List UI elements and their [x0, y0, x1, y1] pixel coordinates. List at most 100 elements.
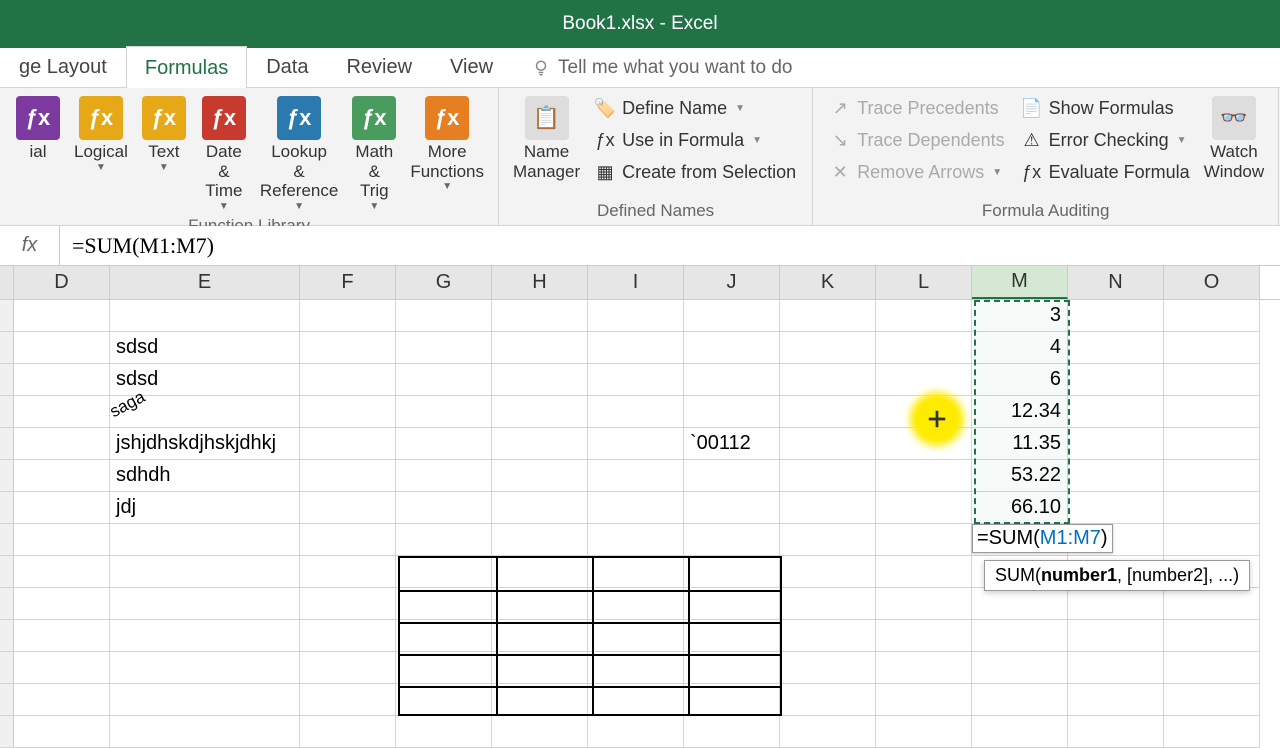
- col-header-F[interactable]: F: [300, 266, 396, 299]
- cell-D11[interactable]: [14, 620, 110, 652]
- cell-D1[interactable]: [14, 300, 110, 332]
- cell-D9[interactable]: [14, 556, 110, 588]
- cell-F8[interactable]: [300, 524, 396, 556]
- cell-H12[interactable]: [492, 652, 588, 684]
- cell-D10[interactable]: [14, 588, 110, 620]
- name-manager-button[interactable]: 📋 Name Manager: [509, 94, 584, 183]
- cell-F14[interactable]: [300, 716, 396, 748]
- col-header-K[interactable]: K: [780, 266, 876, 299]
- cell-D5[interactable]: [14, 428, 110, 460]
- cell-N11[interactable]: [1068, 620, 1164, 652]
- cell-D13[interactable]: [14, 684, 110, 716]
- spreadsheet-grid[interactable]: DEFGHIJKLMNO 3sdsd4sdsd6saga12.34jshjdhs…: [0, 266, 1280, 748]
- cell-E1[interactable]: [110, 300, 300, 332]
- cell-I14[interactable]: [588, 716, 684, 748]
- col-header-J[interactable]: J: [684, 266, 780, 299]
- cell-F13[interactable]: [300, 684, 396, 716]
- remove-arrows-cmd[interactable]: ✕Remove Arrows▼: [823, 158, 1010, 186]
- cell-O3[interactable]: [1164, 364, 1260, 396]
- cell-L2[interactable]: [876, 332, 972, 364]
- cell-E7[interactable]: jdj: [110, 492, 300, 524]
- cell-M10[interactable]: [972, 588, 1068, 620]
- cell-M1[interactable]: 3: [972, 300, 1068, 332]
- cell-G9[interactable]: [396, 556, 492, 588]
- cell-F12[interactable]: [300, 652, 396, 684]
- show-formulas-cmd[interactable]: 📄Show Formulas: [1015, 94, 1196, 122]
- cell-J4[interactable]: [684, 396, 780, 428]
- cell-H14[interactable]: [492, 716, 588, 748]
- cell-L11[interactable]: [876, 620, 972, 652]
- cell-O6[interactable]: [1164, 460, 1260, 492]
- cell-M3[interactable]: 6: [972, 364, 1068, 396]
- cell-I8[interactable]: [588, 524, 684, 556]
- cell-O12[interactable]: [1164, 652, 1260, 684]
- col-header-D[interactable]: D: [14, 266, 110, 299]
- trace-precedents-cmd[interactable]: ↗Trace Precedents: [823, 94, 1010, 122]
- cell-K9[interactable]: [780, 556, 876, 588]
- cell-K8[interactable]: [780, 524, 876, 556]
- cell-O8[interactable]: [1164, 524, 1260, 556]
- cell-H8[interactable]: [492, 524, 588, 556]
- cell-K2[interactable]: [780, 332, 876, 364]
- cell-N13[interactable]: [1068, 684, 1164, 716]
- col-header-H[interactable]: H: [492, 266, 588, 299]
- create-from-selection-cmd[interactable]: ▦Create from Selection: [588, 158, 802, 186]
- cell-H4[interactable]: [492, 396, 588, 428]
- cell-E11[interactable]: [110, 620, 300, 652]
- cell-L12[interactable]: [876, 652, 972, 684]
- cell-K13[interactable]: [780, 684, 876, 716]
- cell-G8[interactable]: [396, 524, 492, 556]
- cell-K10[interactable]: [780, 588, 876, 620]
- cell-D12[interactable]: [14, 652, 110, 684]
- cell-D6[interactable]: [14, 460, 110, 492]
- cell-J12[interactable]: [684, 652, 780, 684]
- cell-J14[interactable]: [684, 716, 780, 748]
- cell-M5[interactable]: 11.35: [972, 428, 1068, 460]
- col-header-I[interactable]: I: [588, 266, 684, 299]
- cell-I9[interactable]: [588, 556, 684, 588]
- cell-H13[interactable]: [492, 684, 588, 716]
- cell-F9[interactable]: [300, 556, 396, 588]
- cell-J9[interactable]: [684, 556, 780, 588]
- cell-J7[interactable]: [684, 492, 780, 524]
- cell-I13[interactable]: [588, 684, 684, 716]
- cell-O13[interactable]: [1164, 684, 1260, 716]
- cell-G13[interactable]: [396, 684, 492, 716]
- cell-G4[interactable]: [396, 396, 492, 428]
- cell-J11[interactable]: [684, 620, 780, 652]
- cell-E13[interactable]: [110, 684, 300, 716]
- cell-J8[interactable]: [684, 524, 780, 556]
- cell-F7[interactable]: [300, 492, 396, 524]
- cell-D8[interactable]: [14, 524, 110, 556]
- cell-G1[interactable]: [396, 300, 492, 332]
- cell-J6[interactable]: [684, 460, 780, 492]
- cell-L13[interactable]: [876, 684, 972, 716]
- cell-I11[interactable]: [588, 620, 684, 652]
- fx-icon[interactable]: fx: [0, 226, 60, 265]
- cell-F11[interactable]: [300, 620, 396, 652]
- cell-M13[interactable]: [972, 684, 1068, 716]
- cell-L10[interactable]: [876, 588, 972, 620]
- cell-F5[interactable]: [300, 428, 396, 460]
- cell-K6[interactable]: [780, 460, 876, 492]
- cell-G6[interactable]: [396, 460, 492, 492]
- cell-O5[interactable]: [1164, 428, 1260, 460]
- cell-H2[interactable]: [492, 332, 588, 364]
- funclib-lookup-reference[interactable]: ƒxLookup&Reference▼: [256, 94, 342, 214]
- col-header-O[interactable]: O: [1164, 266, 1260, 299]
- cell-I6[interactable]: [588, 460, 684, 492]
- cell-G3[interactable]: [396, 364, 492, 396]
- tab-page-layout[interactable]: ge Layout: [0, 45, 126, 87]
- cell-L9[interactable]: [876, 556, 972, 588]
- cell-K3[interactable]: [780, 364, 876, 396]
- cell-N5[interactable]: [1068, 428, 1164, 460]
- cell-K1[interactable]: [780, 300, 876, 332]
- cell-G5[interactable]: [396, 428, 492, 460]
- cell-I1[interactable]: [588, 300, 684, 332]
- cell-L14[interactable]: [876, 716, 972, 748]
- cell-H10[interactable]: [492, 588, 588, 620]
- cell-E10[interactable]: [110, 588, 300, 620]
- cell-I10[interactable]: [588, 588, 684, 620]
- cell-F2[interactable]: [300, 332, 396, 364]
- cell-G7[interactable]: [396, 492, 492, 524]
